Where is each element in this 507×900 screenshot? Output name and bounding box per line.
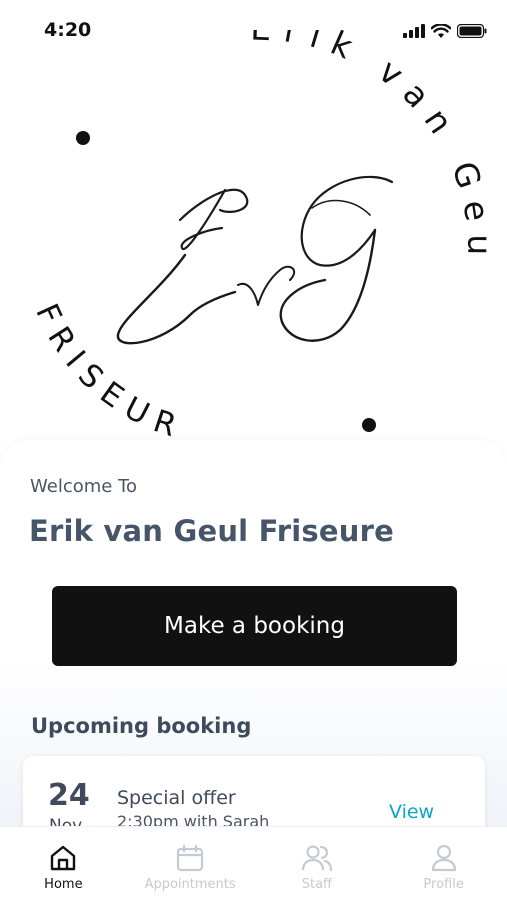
tab-staff[interactable]: Staff bbox=[254, 827, 381, 900]
logo-arc-bottom-text: FRISEURE bbox=[0, 30, 190, 447]
user-icon bbox=[431, 844, 456, 872]
logo-monogram bbox=[116, 175, 394, 345]
booking-title: Special offer bbox=[117, 787, 236, 809]
upcoming-booking-title: Upcoming booking bbox=[31, 714, 252, 738]
tab-home-label: Home bbox=[44, 877, 83, 892]
make-booking-button[interactable]: Make a booking bbox=[52, 586, 457, 666]
tab-appointments-label: Appointments bbox=[144, 877, 236, 892]
tab-profile[interactable]: Profile bbox=[380, 827, 507, 900]
salon-name: Erik van Geul Friseure bbox=[29, 514, 394, 548]
tab-profile-label: Profile bbox=[423, 877, 464, 892]
home-icon bbox=[51, 845, 76, 871]
calendar-icon bbox=[177, 844, 204, 872]
tab-home[interactable]: Home bbox=[0, 827, 127, 900]
logo-arc-top-text: Erik van Geul bbox=[0, 30, 499, 267]
tab-staff-label: Staff bbox=[301, 877, 333, 892]
users-icon bbox=[301, 845, 332, 872]
logo-graphic: Erik van Geul FRISEURE bbox=[0, 0, 499, 447]
view-booking-link[interactable]: View bbox=[389, 801, 434, 823]
home-content-card: Welcome To Erik van Geul Friseure Make a… bbox=[0, 440, 507, 846]
brand-logo: Erik van Geul FRISEURE bbox=[0, 0, 507, 450]
logo-dot-left bbox=[76, 131, 90, 145]
tab-appointments[interactable]: Appointments bbox=[127, 827, 254, 900]
logo-dot-right bbox=[362, 418, 376, 432]
welcome-label: Welcome To bbox=[30, 476, 138, 497]
booking-day: 24 bbox=[48, 778, 90, 813]
bottom-tab-bar: Home Appointments Staff Profile bbox=[0, 826, 507, 900]
